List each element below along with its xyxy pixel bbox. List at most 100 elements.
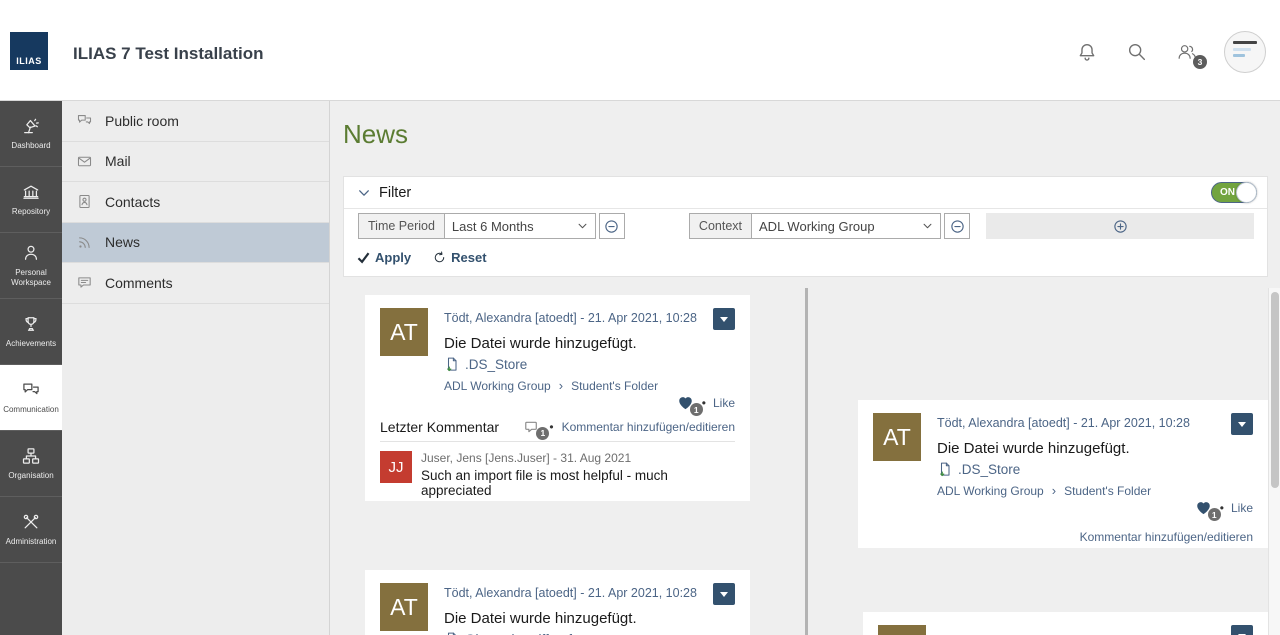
sidebar-item-organisation[interactable]: Organisation	[0, 431, 62, 497]
slate-item-label: Contacts	[105, 194, 160, 210]
breadcrumb-separator: ›	[559, 378, 563, 393]
filter-inputs: Time Period Last 6 Months Context ADL Wo…	[344, 209, 1267, 243]
likes-indicator[interactable]: 1	[677, 395, 695, 411]
slate-item-public-room[interactable]: Public room	[62, 101, 329, 142]
communication-slate: Public room Mail Contacts News Comments	[62, 101, 330, 635]
avatar: AT	[380, 583, 428, 631]
news-item-card: AT Tödt, Alexandra [atoedt] - 21. Apr 20…	[365, 570, 750, 635]
file-link[interactable]: .DS_Store	[465, 357, 527, 372]
time-period-select[interactable]: Last 6 Months	[444, 213, 596, 239]
context-select[interactable]: ADL Working Group	[751, 213, 941, 239]
caret-down-icon	[720, 317, 728, 322]
file-link[interactable]: .DS_Store	[958, 462, 1020, 477]
mail-icon	[76, 153, 93, 170]
comment-text: Such an import file is most helpful - mu…	[421, 468, 735, 498]
contacts-badge: 3	[1193, 55, 1207, 69]
bell-icon	[1076, 41, 1098, 63]
news-text: Die Datei wurde hinzugefügt.	[444, 610, 735, 627]
context-filter-group: Context ADL Working Group	[689, 213, 970, 239]
sidebar-item-administration[interactable]: Administration	[0, 497, 62, 563]
file-row: Glossarbegriffe.rtf	[444, 631, 735, 635]
remove-context-filter-button[interactable]	[944, 213, 970, 239]
tools-icon	[21, 512, 41, 532]
add-filter-button[interactable]	[986, 213, 1254, 239]
last-comment-label: Letzter Kommentar	[380, 419, 499, 435]
profile-avatar[interactable]	[1224, 31, 1266, 73]
card-actions-dropdown[interactable]	[1231, 625, 1253, 635]
logo-text: ILIAS	[16, 56, 42, 70]
sidebar-item-repository[interactable]: Repository	[0, 167, 62, 233]
avatar: AT	[380, 308, 428, 356]
search-icon	[1126, 41, 1148, 63]
dashboard-icon	[21, 116, 41, 136]
contacts-button[interactable]: 3	[1174, 39, 1200, 65]
ilias-screen: ILIAS ILIAS 7 Test Installation 3 D	[0, 0, 1280, 635]
ilias-logo[interactable]: ILIAS	[10, 32, 48, 70]
like-row: 1 • Like	[937, 499, 1253, 517]
comment-bubble-icon	[76, 274, 93, 291]
breadcrumb-separator: ›	[1052, 483, 1056, 498]
comment-count-badge: 1	[536, 427, 549, 440]
sidebar-item-personal-workspace[interactable]: Personal Workspace	[0, 233, 62, 299]
scrollbar-thumb[interactable]	[1271, 292, 1279, 488]
news-item-card: AT	[863, 612, 1268, 635]
notifications-button[interactable]	[1074, 39, 1100, 65]
filter-header[interactable]: Filter ON	[344, 177, 1267, 209]
breadcrumb-link[interactable]: ADL Working Group	[937, 484, 1044, 498]
like-button[interactable]: Like	[1231, 501, 1253, 515]
file-icon	[444, 631, 459, 635]
add-comment-link[interactable]: Kommentar hinzufügen/editieren	[1080, 530, 1253, 544]
card-actions-dropdown[interactable]	[1231, 413, 1253, 435]
chat-bubbles-icon	[76, 112, 93, 129]
comments-count-indicator[interactable]: 1	[524, 420, 541, 435]
comment-entry: JJ Juser, Jens [Jens.Juser] - 31. Aug 20…	[380, 451, 735, 498]
repository-icon	[21, 182, 41, 202]
likes-indicator[interactable]: 1	[1195, 500, 1213, 516]
slate-item-comments[interactable]: Comments	[62, 263, 329, 304]
like-button[interactable]: Like	[713, 396, 735, 410]
add-comment-link[interactable]: Kommentar hinzufügen/editieren	[562, 420, 735, 434]
reset-button[interactable]: Reset	[433, 250, 486, 265]
slate-item-label: News	[105, 234, 140, 250]
author-link[interactable]: Tödt, Alexandra [atoedt] - 21. Apr 2021,…	[937, 413, 1190, 434]
card-actions-dropdown[interactable]	[713, 308, 735, 330]
apply-button[interactable]: Apply	[357, 250, 411, 265]
header-actions: 3	[1074, 28, 1280, 76]
news-item-card: AT Tödt, Alexandra [atoedt] - 21. Apr 20…	[858, 400, 1268, 548]
file-row: .DS_Store	[444, 356, 735, 373]
like-count-badge: 1	[690, 403, 703, 416]
avatar-detail	[1233, 54, 1245, 57]
avatar-detail	[1233, 41, 1257, 44]
breadcrumb-link[interactable]: Student's Folder	[571, 379, 658, 393]
like-count-badge: 1	[1208, 508, 1221, 521]
page-title: News	[343, 119, 408, 150]
sidebar-item-dashboard[interactable]: Dashboard	[0, 101, 62, 167]
sidebar-item-achievements[interactable]: Achievements	[0, 299, 62, 365]
person-icon	[21, 243, 41, 263]
search-button[interactable]	[1124, 39, 1150, 65]
file-row: .DS_Store	[937, 461, 1253, 478]
time-period-label: Time Period	[358, 213, 444, 239]
plus-circle-icon	[1113, 219, 1128, 234]
author-link[interactable]: Tödt, Alexandra [atoedt] - 21. Apr 2021,…	[444, 308, 697, 329]
card-actions-dropdown[interactable]	[713, 583, 735, 605]
communication-icon	[21, 380, 41, 400]
scrollbar[interactable]	[1268, 288, 1280, 635]
breadcrumb-link[interactable]: ADL Working Group	[444, 379, 551, 393]
avatar: AT	[873, 413, 921, 461]
minus-circle-icon	[950, 219, 965, 234]
news-text: Die Datei wurde hinzugefügt.	[444, 335, 735, 352]
filter-toggle[interactable]: ON	[1211, 182, 1257, 203]
breadcrumb-link[interactable]: Student's Folder	[1064, 484, 1151, 498]
sidebar-item-communication[interactable]: Communication	[0, 365, 62, 431]
breadcrumb: ADL Working Group › Student's Folder	[937, 483, 1253, 498]
slate-item-contacts[interactable]: Contacts	[62, 182, 329, 223]
slate-item-news[interactable]: News	[62, 223, 329, 264]
org-chart-icon	[21, 446, 41, 466]
author-link[interactable]: Tödt, Alexandra [atoedt] - 21. Apr 2021,…	[444, 583, 697, 604]
main-content: News Filter ON Time Period Last 6 Months	[330, 101, 1280, 635]
time-period-filter-group: Time Period Last 6 Months	[358, 213, 625, 239]
slate-item-mail[interactable]: Mail	[62, 142, 329, 183]
remove-time-period-filter-button[interactable]	[599, 213, 625, 239]
rss-icon	[76, 234, 93, 251]
